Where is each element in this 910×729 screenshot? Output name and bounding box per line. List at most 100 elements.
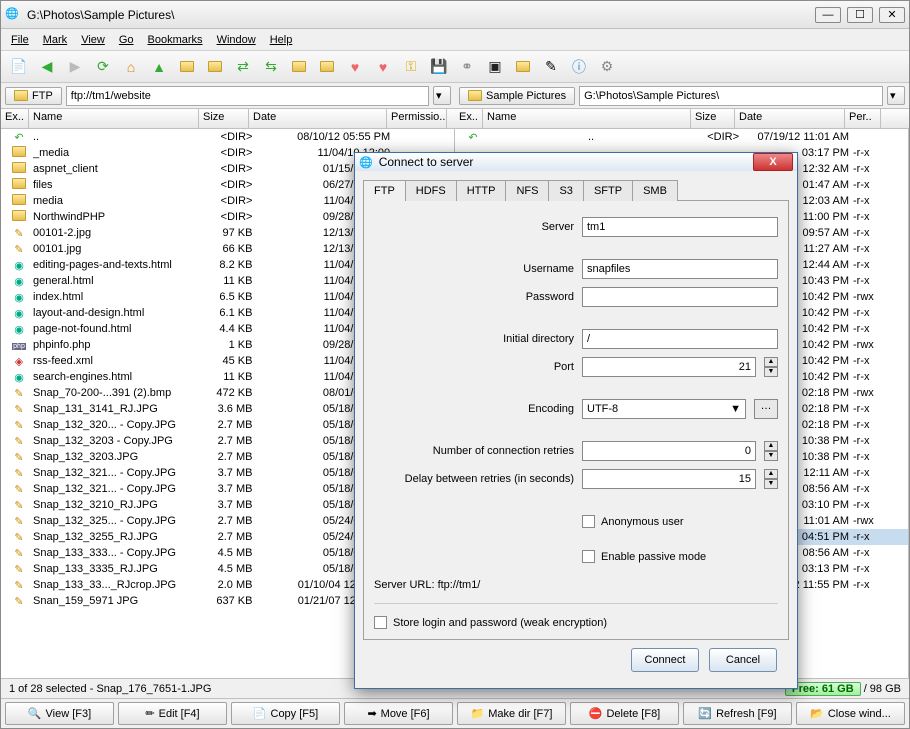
menu-go[interactable]: Go <box>119 34 134 46</box>
menu-mark[interactable]: Mark <box>43 34 67 46</box>
passive-label: Enable passive mode <box>601 551 706 563</box>
btn-delete[interactable]: ⛔Delete [F8] <box>570 702 679 725</box>
folder4-icon[interactable] <box>319 59 335 75</box>
terminal-icon[interactable]: ▣ <box>487 59 503 75</box>
folder1-icon[interactable] <box>179 59 195 75</box>
dialog-titlebar[interactable]: 🌐 Connect to server X <box>355 153 797 171</box>
wand-icon[interactable]: ✎ <box>543 59 559 75</box>
left-path-button[interactable]: FTP <box>5 87 62 105</box>
heart2-icon[interactable]: ♥ <box>375 59 391 75</box>
col-Ex[interactable]: Ex.. <box>455 109 483 128</box>
heart1-icon[interactable]: ♥ <box>347 59 363 75</box>
menu-window[interactable]: Window <box>217 34 256 46</box>
col-Name[interactable]: Name <box>483 109 691 128</box>
file-icon <box>5 210 33 224</box>
menu-help[interactable]: Help <box>270 34 293 46</box>
info-icon[interactable]: ⓘ <box>571 59 587 75</box>
retries-spinner[interactable]: ▲▼ <box>764 441 778 461</box>
file-name: Snap_132_321... - Copy.JPG <box>33 483 203 495</box>
btn-edit[interactable]: ✏Edit [F4] <box>118 702 227 725</box>
refresh-icon[interactable]: ⟳ <box>95 59 111 75</box>
file-name: 00101.jpg <box>33 243 203 255</box>
link-icon[interactable]: ⚭ <box>459 59 475 75</box>
col-Name[interactable]: Name <box>29 109 199 128</box>
file-row[interactable]: ↶..<DIR>08/10/12 05:55 PM <box>1 129 454 145</box>
tab-smb[interactable]: SMB <box>632 180 678 201</box>
anon-checkbox[interactable] <box>582 515 595 528</box>
file-name: Snap_132_3203.JPG <box>33 451 203 463</box>
file-name: Snap_131_3141_RJ.JPG <box>33 403 203 415</box>
file-name: Snap_132_3203 - Copy.JPG <box>33 435 203 447</box>
encoding-more-button[interactable]: … <box>754 399 778 419</box>
passive-checkbox[interactable] <box>582 550 595 563</box>
menu-bookmarks[interactable]: Bookmarks <box>148 34 203 46</box>
connect-dialog: 🌐 Connect to server X FTPHDFSHTTPNFSS3SF… <box>354 152 798 689</box>
port-input[interactable] <box>582 357 756 377</box>
folder2-icon[interactable] <box>207 59 223 75</box>
file-row[interactable]: ↶..<DIR>07/19/12 11:01 AM <box>455 129 908 145</box>
file-perm: -r-x <box>849 531 885 543</box>
right-path-button[interactable]: Sample Pictures <box>459 87 575 105</box>
file-size: 2.0 MB <box>203 579 253 591</box>
btn-refresh[interactable]: 🔄Refresh [F9] <box>683 702 792 725</box>
connect-button[interactable]: Connect <box>631 648 699 672</box>
forward-icon[interactable]: ▶ <box>67 59 83 75</box>
password-input[interactable] <box>582 287 778 307</box>
cancel-button[interactable]: Cancel <box>709 648 777 672</box>
retries-input[interactable] <box>582 441 756 461</box>
file-size: 11 KB <box>203 371 253 383</box>
left-path-input[interactable] <box>66 86 429 106</box>
col-Size[interactable]: Size <box>691 109 735 128</box>
port-spinner[interactable]: ▲▼ <box>764 357 778 377</box>
delay-input[interactable] <box>582 469 756 489</box>
sync1-icon[interactable]: ⇄ <box>235 59 251 75</box>
col-Date[interactable]: Date <box>735 109 845 128</box>
btn-close[interactable]: 📂Close wind... <box>796 702 905 725</box>
file-name: phpinfo.php <box>33 339 203 351</box>
dialog-close-button[interactable]: X <box>753 153 793 171</box>
store-checkbox[interactable] <box>374 616 387 629</box>
tab-sftp[interactable]: SFTP <box>583 180 633 201</box>
file-perm: -r-x <box>849 307 885 319</box>
col-Size[interactable]: Size <box>199 109 249 128</box>
btn-view[interactable]: 🔍View [F3] <box>5 702 114 725</box>
drive-icon[interactable]: 💾 <box>431 59 447 75</box>
tab-ftp[interactable]: FTP <box>363 180 406 201</box>
right-path-input[interactable] <box>579 86 883 106</box>
btn-move[interactable]: ➡Move [F6] <box>344 702 453 725</box>
left-path-dropdown[interactable]: ▾ <box>433 86 451 105</box>
tab-s3[interactable]: S3 <box>548 180 583 201</box>
encoding-select[interactable]: UTF-8▼ <box>582 399 746 419</box>
key-icon[interactable]: ⚿ <box>403 59 419 75</box>
file-icon <box>5 194 33 208</box>
username-input[interactable] <box>582 259 778 279</box>
col-Ex[interactable]: Ex.. <box>1 109 29 128</box>
folder5-icon[interactable] <box>515 59 531 75</box>
tab-http[interactable]: HTTP <box>456 180 507 201</box>
file-perm: -r-x <box>849 467 885 479</box>
close-button[interactable]: ✕ <box>879 7 905 23</box>
tab-nfs[interactable]: NFS <box>505 180 549 201</box>
server-input[interactable] <box>582 217 778 237</box>
maximize-button[interactable]: ☐ <box>847 7 873 23</box>
initdir-input[interactable] <box>582 329 778 349</box>
encoding-label: Encoding <box>374 403 574 415</box>
gear-icon[interactable]: ⚙ <box>599 59 615 75</box>
menu-view[interactable]: View <box>81 34 105 46</box>
folder3-icon[interactable] <box>291 59 307 75</box>
tab-hdfs[interactable]: HDFS <box>405 180 457 201</box>
menu-file[interactable]: File <box>11 34 29 46</box>
delay-spinner[interactable]: ▲▼ <box>764 469 778 489</box>
col-Date[interactable]: Date <box>249 109 387 128</box>
btn-make[interactable]: 📁Make dir [F7] <box>457 702 566 725</box>
col-Per[interactable]: Per.. <box>845 109 881 128</box>
btn-copy[interactable]: 📄Copy [F5] <box>231 702 340 725</box>
new-tab-icon[interactable]: 📄 <box>11 59 27 75</box>
right-path-dropdown[interactable]: ▾ <box>887 86 905 105</box>
home-icon[interactable]: ⌂ <box>123 59 139 75</box>
sync2-icon[interactable]: ⇆ <box>263 59 279 75</box>
up-icon[interactable]: ▲ <box>151 59 167 75</box>
col-Permissio[interactable]: Permissio.. <box>387 109 447 128</box>
back-icon[interactable]: ◀ <box>39 59 55 75</box>
minimize-button[interactable]: — <box>815 7 841 23</box>
